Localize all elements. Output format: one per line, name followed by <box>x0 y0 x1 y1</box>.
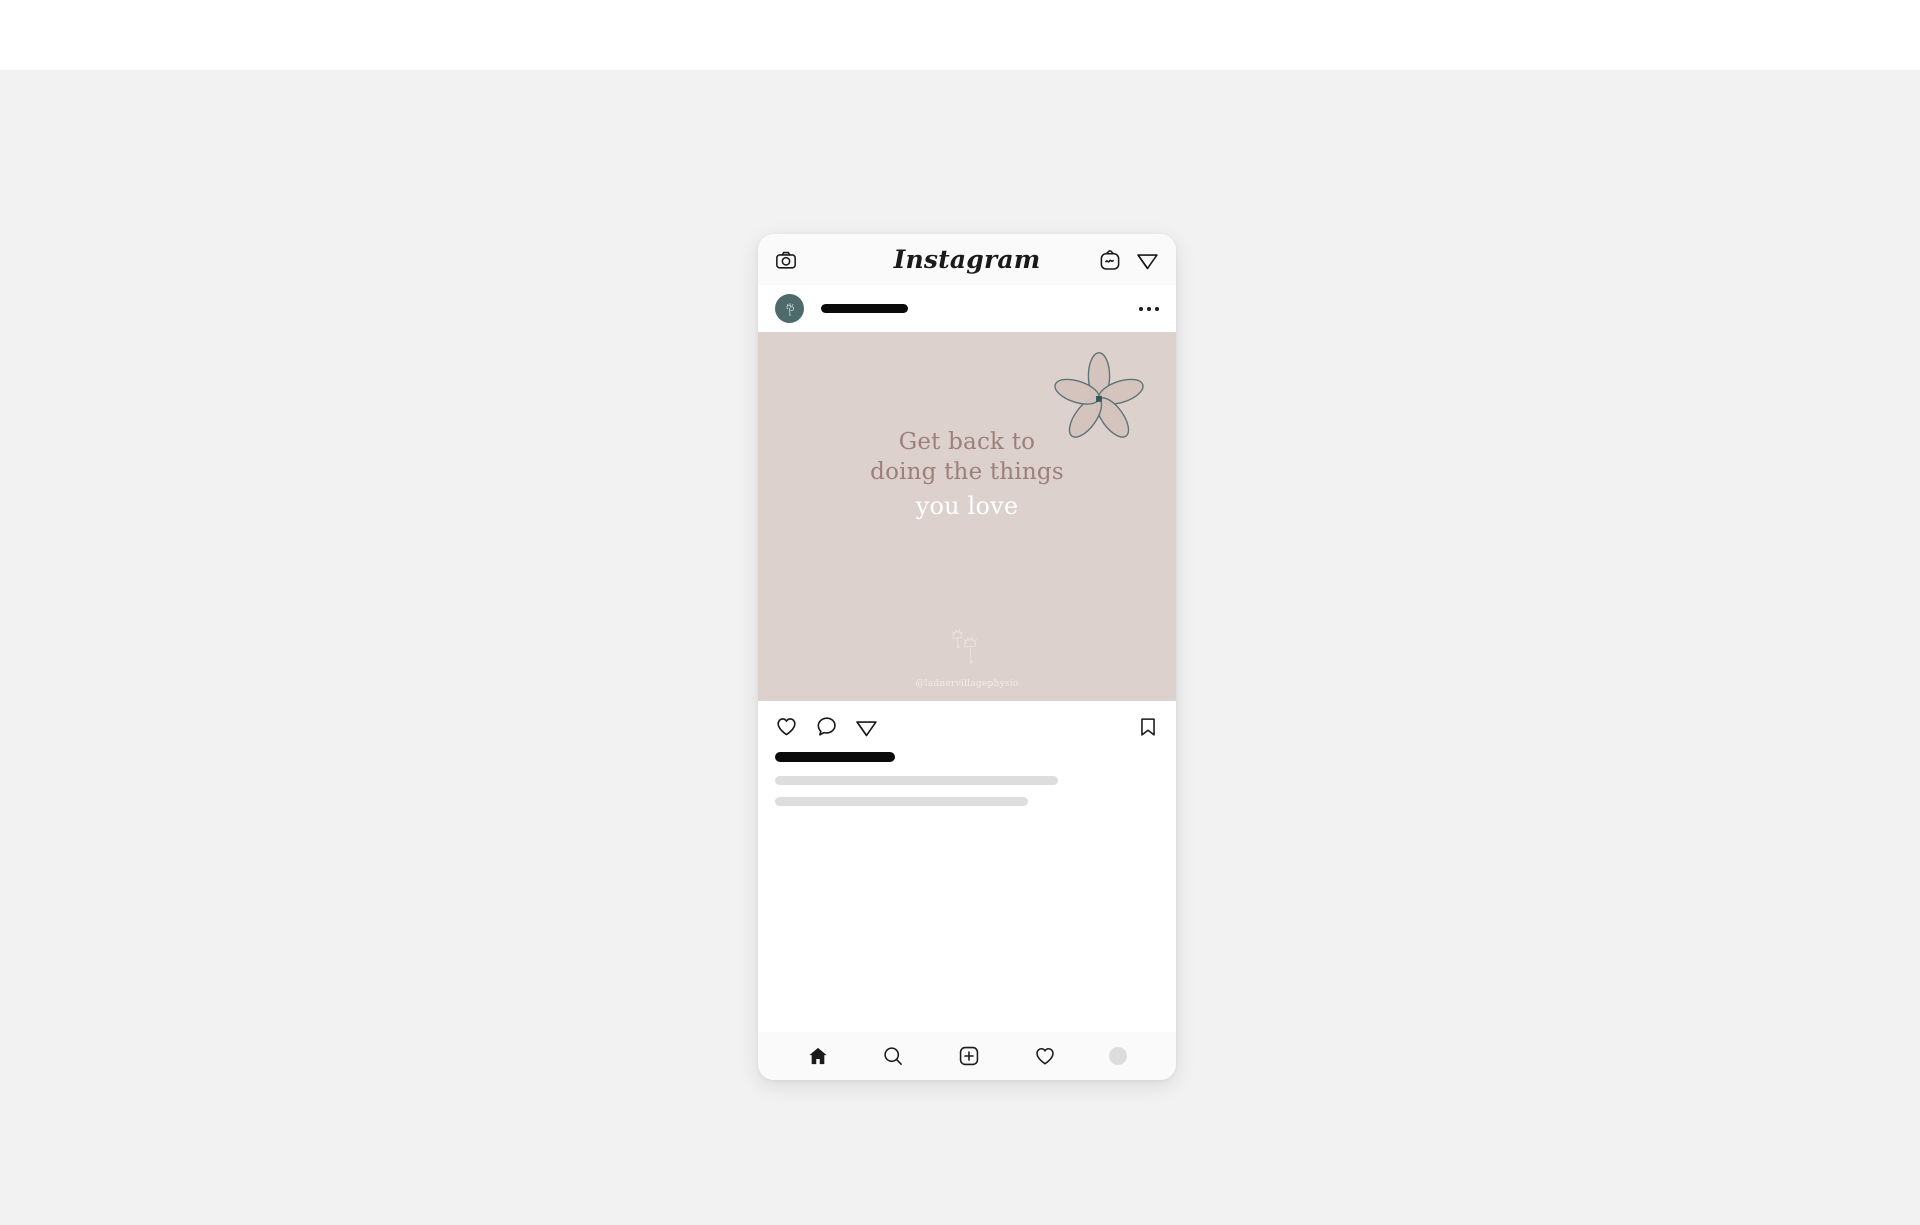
post-actions-left <box>775 715 878 738</box>
app-bar-left <box>775 249 797 271</box>
share-paper-plane-icon[interactable] <box>855 715 878 738</box>
heart-icon[interactable] <box>775 715 798 738</box>
caption-line-2-placeholder <box>775 797 1028 806</box>
post-watermark: @ladnervillagephysio <box>758 627 1176 689</box>
post-header <box>758 285 1176 332</box>
comment-icon[interactable] <box>815 715 838 738</box>
home-icon[interactable] <box>807 1045 829 1067</box>
caption-username-placeholder <box>775 752 895 762</box>
dandelion-icon <box>952 629 977 664</box>
quote-line-3: you love <box>915 491 1019 520</box>
bookmark-icon[interactable] <box>1137 716 1159 738</box>
profile-avatar-icon[interactable] <box>1109 1047 1128 1065</box>
paper-plane-icon[interactable] <box>1136 248 1159 271</box>
avatar[interactable] <box>775 294 804 323</box>
igtv-icon[interactable] <box>1099 249 1121 271</box>
instagram-phone-mockup: Instagram Get back to doing the things y… <box>758 234 1176 1080</box>
post-quote: Get back to doing the things you love <box>758 428 1176 522</box>
post-image[interactable]: Get back to doing the things you love @l… <box>758 332 1176 701</box>
post-actions-right <box>1137 716 1159 738</box>
quote-line-2: doing the things <box>870 458 1064 485</box>
more-options-icon[interactable] <box>1139 306 1159 311</box>
post-username-placeholder <box>821 304 908 313</box>
caption-line-1-placeholder <box>775 776 1058 785</box>
quote-line-1: Get back to <box>898 429 1036 455</box>
add-post-icon[interactable] <box>958 1045 980 1067</box>
camera-icon[interactable] <box>775 249 797 271</box>
search-icon[interactable] <box>882 1045 904 1067</box>
page-canvas: Instagram Get back to doing the things y… <box>0 0 1920 1225</box>
bottom-navigation-bar <box>758 1032 1176 1080</box>
caption-area <box>758 738 1176 806</box>
app-bar-right <box>1099 248 1159 271</box>
post-action-bar <box>758 701 1176 738</box>
activity-heart-icon[interactable] <box>1034 1045 1056 1067</box>
app-bar: Instagram <box>758 234 1176 285</box>
watermark-handle: @ladnervillagephysio <box>915 679 1019 689</box>
